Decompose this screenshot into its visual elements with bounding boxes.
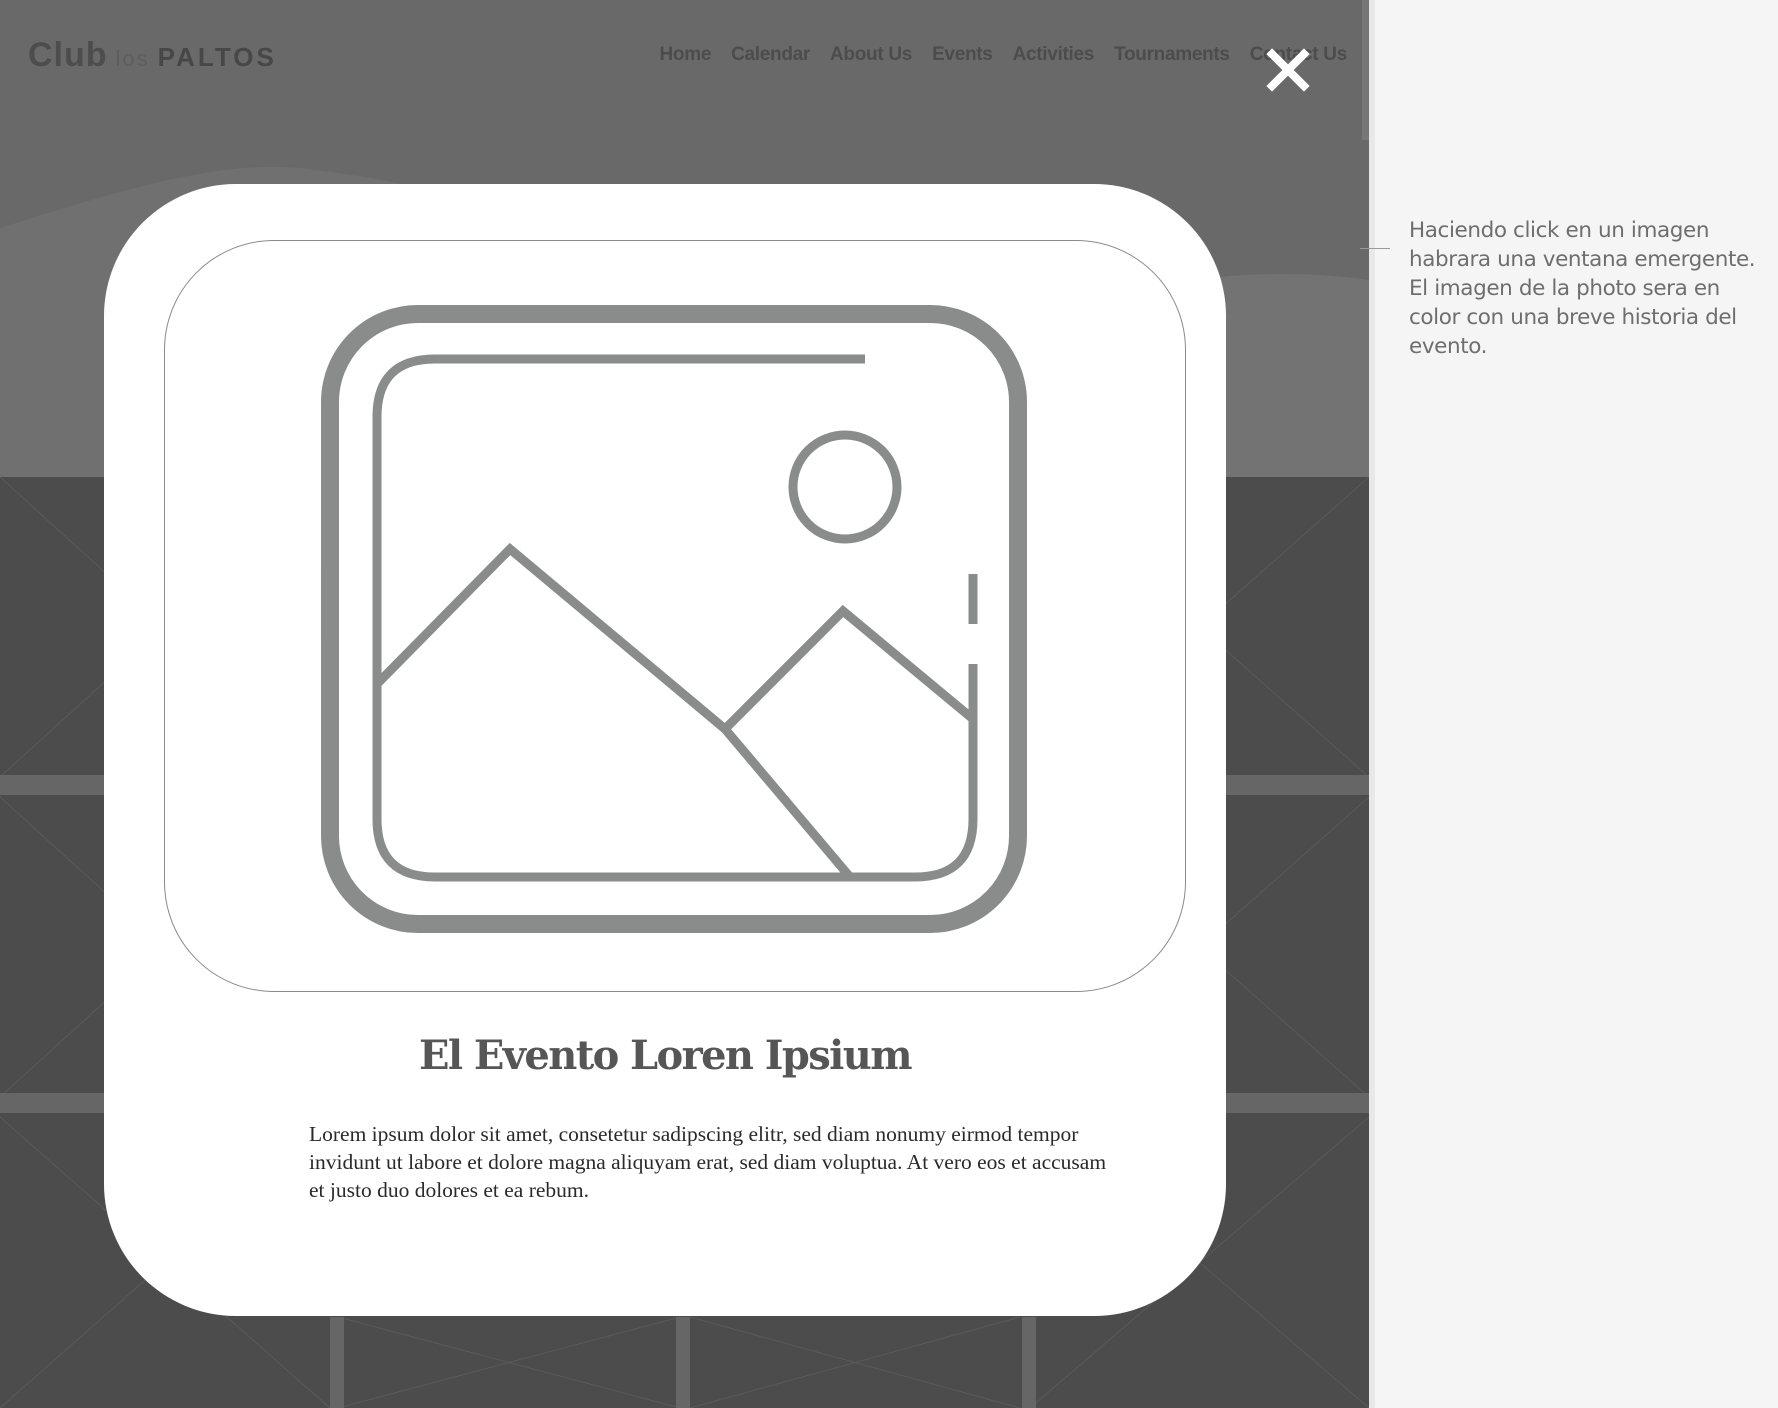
event-image-frame[interactable] [164, 240, 1186, 992]
nav-item-about-us[interactable]: About Us [830, 44, 912, 66]
club-logo[interactable]: Club los PALTOS [28, 36, 277, 76]
logo-club-text: Club [28, 36, 108, 74]
close-icon[interactable] [1266, 48, 1310, 92]
annotation-connector [1360, 248, 1390, 249]
annotation-note: Haciendo click en un imagen habrara una … [1409, 218, 1756, 359]
main-nav: Home Calendar About Us Events Activities… [660, 44, 1348, 66]
nav-item-calendar[interactable]: Calendar [731, 44, 810, 66]
nav-item-events[interactable]: Events [932, 44, 993, 66]
background-page: Club los PALTOS Home Calendar About Us E… [0, 0, 1369, 1408]
nav-item-tournaments[interactable]: Tournaments [1114, 44, 1230, 66]
nav-item-home[interactable]: Home [660, 44, 712, 66]
image-placeholder-icon [321, 305, 1027, 933]
logo-los-text: los [115, 46, 150, 71]
event-modal: El Evento Loren Ipsium Lorem ipsum dolor… [104, 184, 1226, 1316]
nav-item-activities[interactable]: Activities [1013, 44, 1095, 66]
artboard-divider [1369, 0, 1375, 1408]
modal-description: Lorem ipsum dolor sit amet, consetetur s… [309, 1122, 1107, 1202]
modal-title: El Evento Loren Ipsium [419, 1032, 912, 1079]
logo-paltos-text: PALTOS [157, 42, 277, 72]
